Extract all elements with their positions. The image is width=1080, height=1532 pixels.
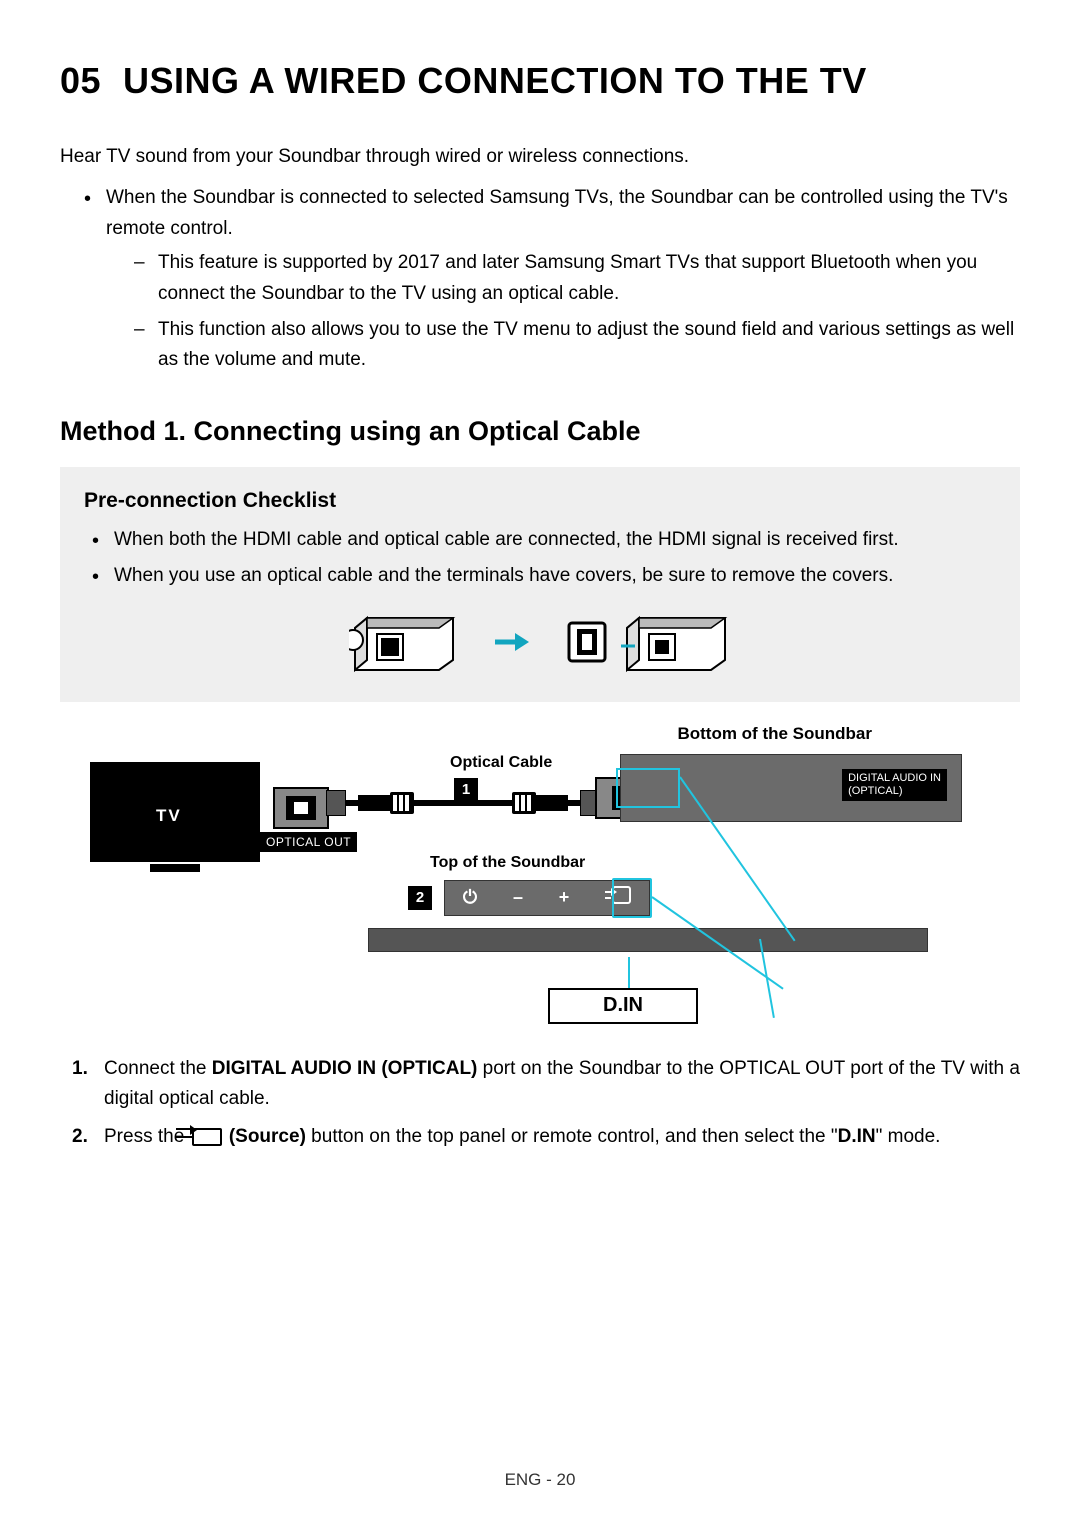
step-2-text-c: button on the top panel or remote contro… <box>306 1126 838 1147</box>
step-2-bold-source: (Source) <box>229 1126 306 1147</box>
port-open-with-cap-icon <box>565 610 731 674</box>
source-icon <box>192 1128 222 1146</box>
volume-plus-icon: + <box>559 887 570 908</box>
checklist-item-2: When you use an optical cable and the te… <box>92 561 996 591</box>
cable-connector-right <box>536 795 568 811</box>
cable-plug-left <box>326 790 346 816</box>
volume-minus-icon: – <box>513 887 523 908</box>
step-list: 1. Connect the DIGITAL AUDIO IN (OPTICAL… <box>60 1054 1020 1153</box>
step-1-text-a: Connect the <box>104 1058 212 1079</box>
callout-line <box>628 957 630 988</box>
intro-sub-dashes: This feature is supported by 2017 and la… <box>106 248 1020 376</box>
step-badge-1: 1 <box>454 778 478 802</box>
section-title: 05 USING A WIRED CONNECTION TO THE TV <box>60 60 1020 102</box>
tv-optical-port-icon <box>272 786 330 830</box>
step-1-number: 1. <box>72 1054 88 1084</box>
din-display: D.IN <box>548 988 698 1024</box>
soundbar-top-panel: ⏻ – + <box>444 880 650 916</box>
power-icon: ⏻ <box>463 887 477 908</box>
step-badge-2: 2 <box>408 886 432 910</box>
method-heading: Method 1. Connecting using an Optical Ca… <box>60 416 1020 447</box>
section-title-text: USING A WIRED CONNECTION TO THE TV <box>123 60 867 101</box>
connection-diagram: Bottom of the Soundbar Optical Cable TV … <box>60 724 1020 1034</box>
intro-bullets: When the Soundbar is connected to select… <box>60 183 1020 375</box>
checklist-item-1: When both the HDMI cable and optical cab… <box>92 525 996 555</box>
step-1-bold: DIGITAL AUDIO IN (OPTICAL) <box>212 1058 478 1079</box>
intro-paragraph: Hear TV sound from your Soundbar through… <box>60 142 1020 171</box>
arrow-right-icon <box>495 632 529 652</box>
checklist-title: Pre-connection Checklist <box>84 489 996 513</box>
page-footer: ENG - 20 <box>0 1470 1080 1490</box>
port-open-icon <box>621 610 731 674</box>
digital-audio-in-label: DIGITAL AUDIO IN (OPTICAL) <box>842 769 947 801</box>
optical-out-label: OPTICAL OUT <box>260 832 357 852</box>
optical-cable-label: Optical Cable <box>450 754 552 772</box>
cable-connector-left <box>358 795 390 811</box>
tv-label: TV <box>156 806 182 826</box>
sub-dash-1: This feature is supported by 2017 and la… <box>134 248 1020 309</box>
section-number: 05 <box>60 60 101 101</box>
intro-bullet-1-text: When the Soundbar is connected to select… <box>106 187 1008 238</box>
soundbar-bottom-panel: DIGITAL AUDIO IN (OPTICAL) <box>620 754 962 822</box>
source-button-icon <box>605 886 631 909</box>
step-1: 1. Connect the DIGITAL AUDIO IN (OPTICAL… <box>72 1054 1020 1115</box>
step-2: 2. Press the (Source) button on the top … <box>72 1122 1020 1152</box>
checklist-box: Pre-connection Checklist When both the H… <box>60 467 1020 702</box>
din-label-line1: DIGITAL AUDIO IN <box>848 772 941 784</box>
intro-bullet-1: When the Soundbar is connected to select… <box>84 183 1020 375</box>
checklist-items: When both the HDMI cable and optical cab… <box>84 525 996 592</box>
step-2-bold-din: D.IN <box>838 1126 876 1147</box>
cap-icon <box>565 619 609 665</box>
bottom-of-soundbar-label: Bottom of the Soundbar <box>677 724 872 744</box>
step-2-number: 2. <box>72 1122 88 1152</box>
cable-grip-left <box>390 792 414 814</box>
sub-dash-2: This function also allows you to use the… <box>134 315 1020 376</box>
soundbar-front-strip <box>368 928 928 952</box>
cover-removal-diagram <box>84 610 996 674</box>
cable-grip-right <box>512 792 536 814</box>
port-with-cover-icon <box>349 610 459 674</box>
top-of-soundbar-label: Top of the Soundbar <box>430 854 585 872</box>
din-label-line2: (OPTICAL) <box>848 785 902 797</box>
step-2-text-e: " mode. <box>876 1126 941 1147</box>
